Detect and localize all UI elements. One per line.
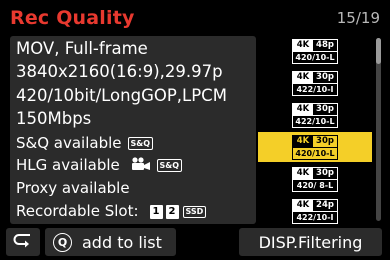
resolution-label: 4K	[293, 199, 313, 211]
slot-row: Recordable Slot: 1 2 SSD	[16, 202, 207, 220]
slot2-icon: 2	[165, 204, 179, 219]
scroll-thumb[interactable]	[376, 38, 381, 64]
codec-text: 420/10bit/LongGOP,LPCM	[16, 86, 227, 105]
frame-rate-label: 30p	[316, 71, 334, 82]
format-badge: 4K 30p 420/ 8-L	[292, 166, 338, 192]
back-button[interactable]	[6, 228, 40, 256]
q-button-icon: Q	[53, 232, 72, 252]
slot-label: Recordable Slot:	[16, 202, 139, 220]
frame-rate-label: 30p	[316, 135, 334, 146]
format-badge-top: 4K 30p	[293, 135, 337, 148]
format-badge: 4K 30p 422/10-I	[292, 70, 338, 96]
scrollbar[interactable]	[376, 38, 381, 221]
format-badge-top: 4K 30p	[293, 103, 337, 116]
format-badge: 4K 48p 420/10-L	[292, 38, 338, 64]
sq-icon: S&Q	[127, 137, 154, 150]
list-item[interactable]: 4K 30p 422/10-L	[258, 100, 372, 130]
page-indicator: 15/19	[336, 9, 380, 27]
frame-rate-label: 48p	[316, 39, 334, 50]
sq-row: S&Q available S&Q	[16, 134, 154, 152]
resolution-label: 4K	[293, 167, 313, 179]
resolution-label: 4K	[293, 135, 313, 147]
codec-label: 422/10-I	[296, 84, 334, 94]
format-badge-top: 4K 30p	[293, 167, 337, 180]
hlg-row: HLG available S&Q	[16, 156, 183, 175]
list-item[interactable]: 4K 30p 420/ 8-L	[258, 164, 372, 194]
slot1-icon: 1	[149, 204, 163, 219]
add-to-list-label: add to list	[82, 232, 162, 252]
format-badge-top: 4K 48p	[293, 39, 337, 52]
ssd-icon: SSD	[182, 205, 207, 218]
bitrate-text: 150Mbps	[16, 109, 92, 128]
format-badge-top: 4K 30p	[293, 71, 337, 84]
video-camera-icon	[131, 156, 151, 175]
frame-rate-label: 30p	[316, 103, 334, 114]
add-to-list-button[interactable]: Q add to list	[45, 228, 176, 256]
codec-label: 422/10-L	[295, 116, 335, 126]
codec-label: 420/ 8-L	[296, 180, 334, 190]
resolution-text: 3840x2160(16:9),29.97p	[16, 62, 223, 81]
codec-label: 422/10-I	[296, 212, 334, 222]
list-item[interactable]: 4K 48p 420/10-L	[258, 36, 372, 66]
format-badge: 4K 30p 422/10-L	[292, 102, 338, 128]
format-badge-top: 4K24p	[293, 199, 337, 212]
format-badge: 4K 30p 420/10-L	[292, 134, 338, 160]
info-panel: MOV, Full-frame 3840x2160(16:9),29.97p 4…	[10, 36, 256, 224]
list-item-selected[interactable]: 4K 30p 420/10-L	[258, 132, 372, 162]
file-format-text: MOV, Full-frame	[16, 39, 148, 58]
return-arrow-icon	[13, 232, 33, 252]
sq-label: S&Q available	[16, 134, 122, 152]
frame-rate-label: 24p	[316, 199, 334, 210]
sq-icon: S&Q	[156, 159, 183, 172]
list-item[interactable]: 4K 30p 422/10-I	[258, 68, 372, 98]
resolution-label: 4K	[293, 71, 313, 83]
codec-label: 420/10-L	[295, 52, 335, 62]
format-badge: 4K 24p 422/10-I	[292, 198, 338, 224]
disp-filtering-button[interactable]: DISP.Filtering	[239, 228, 382, 256]
frame-rate-label: 30p	[316, 167, 334, 178]
hlg-label: HLG available	[16, 156, 120, 174]
list-item[interactable]: 4K 24p 422/10-I	[258, 196, 372, 226]
proxy-text: Proxy available	[16, 179, 130, 197]
resolution-label: 4K	[293, 39, 313, 51]
page-title: Rec Quality	[10, 7, 135, 29]
codec-label: 420/10-L	[295, 148, 335, 158]
resolution-label: 4K	[293, 103, 313, 115]
